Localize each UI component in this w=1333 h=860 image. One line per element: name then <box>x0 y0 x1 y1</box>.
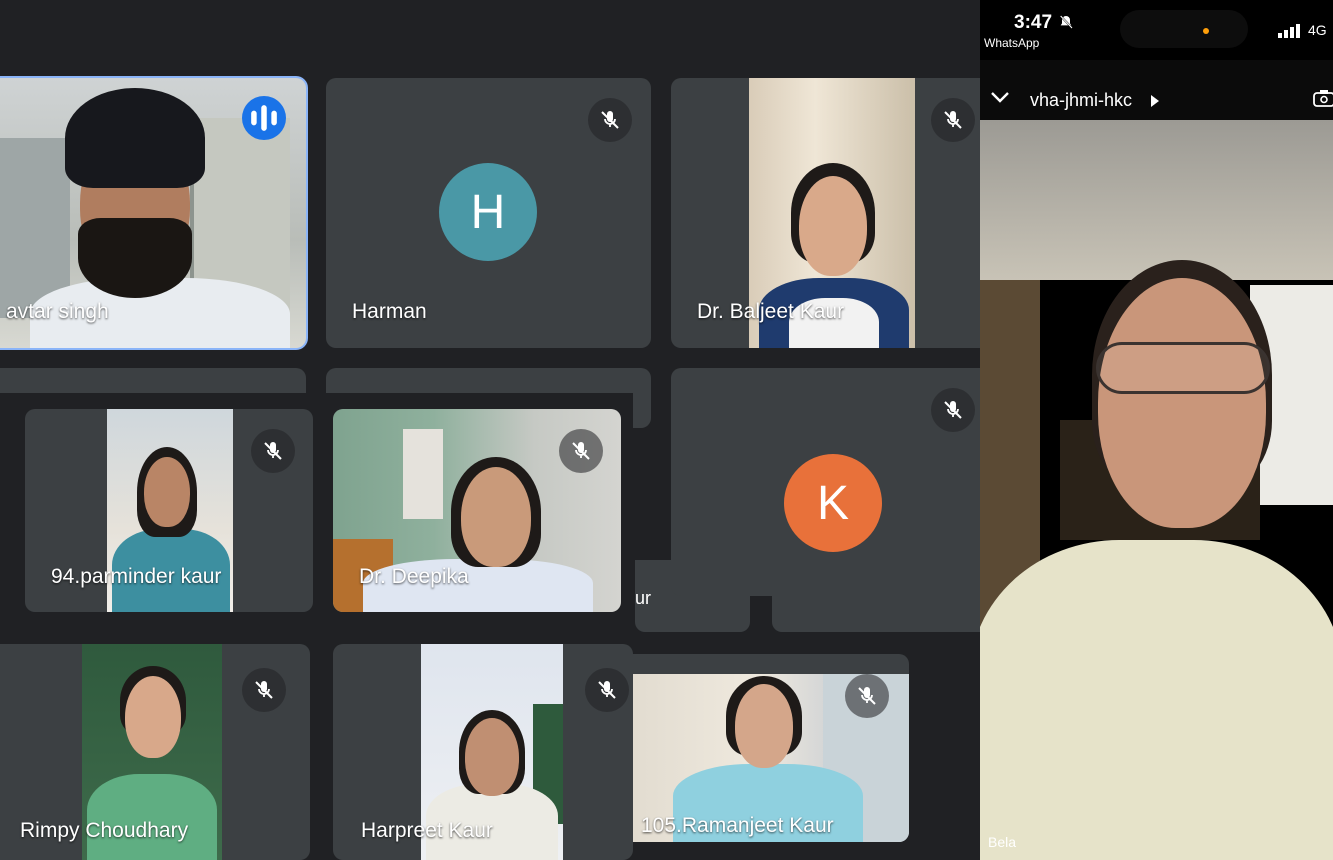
mic-off-icon <box>845 674 889 718</box>
status-bar: 3:47 WhatsApp 4G <box>980 0 1333 60</box>
participant-name: 105.Ramanjeet Kaur <box>641 814 834 837</box>
mic-off-icon <box>931 388 975 432</box>
participant-name: Rimpy Choudhary <box>20 819 189 842</box>
avatar-letter: H <box>470 185 506 239</box>
back-to-app-label[interactable]: WhatsApp <box>984 36 1039 50</box>
network-type: 4G <box>1308 22 1327 38</box>
whatsapp-call-panel: 3:47 WhatsApp 4G vha-jhmi-hkc Bela <box>980 0 1333 860</box>
mic-off-icon <box>588 98 632 142</box>
participant-name: avtar singh <box>6 300 109 323</box>
participant-tile-k[interactable]: K <box>671 368 980 596</box>
participant-name: Harpreet Kaur <box>361 819 493 842</box>
mic-off-icon <box>559 429 603 473</box>
mic-off-icon <box>931 98 975 142</box>
meet-grid: avtar singh H Harman Dr. Baljeet Kaur ur… <box>0 0 980 860</box>
participant-name: 94.parminder kaur <box>51 565 222 588</box>
mic-off-icon <box>585 668 629 712</box>
participant-name: Dr. Baljeet Kaur <box>697 300 845 323</box>
participant-tile-ramanjeet-kaur[interactable]: 105.Ramanjeet Kaur <box>633 654 909 842</box>
participant-tile-dr-baljeet-kaur[interactable]: Dr. Baljeet Kaur <box>671 78 980 348</box>
participant-name: Harman <box>352 300 427 323</box>
avatar: K <box>784 454 882 552</box>
signal-bars-icon <box>1278 24 1300 43</box>
avatar: H <box>439 163 537 261</box>
self-video <box>980 120 1333 860</box>
play-arrow-icon <box>1151 94 1159 112</box>
mic-off-icon <box>242 668 286 712</box>
participant-tile-parminder-kaur[interactable]: 94.parminder kaur <box>25 409 313 612</box>
partial-name-text: ur <box>635 588 652 608</box>
camera-switch-icon[interactable] <box>1313 89 1333 112</box>
participant-tile-dr-deepika[interactable]: Dr. Deepika <box>333 409 621 612</box>
dynamic-island <box>1120 10 1248 48</box>
call-link-title[interactable]: vha-jhmi-hkc <box>1030 90 1132 111</box>
participant-name: Dr. Deepika <box>359 565 469 588</box>
participant-tile-rimpy-choudhary[interactable]: Rimpy Choudhary <box>0 644 310 860</box>
speaking-indicator-icon <box>242 96 286 140</box>
bell-muted-icon <box>1058 14 1074 35</box>
participant-tile-harman[interactable]: H Harman <box>326 78 651 348</box>
avatar-letter: K <box>816 476 849 530</box>
privacy-dot-icon <box>1203 28 1209 34</box>
overlay-grid: 94.parminder kaur Dr. Deepika Rimpy Chou… <box>0 393 633 860</box>
participant-tile-harpreet-kaur[interactable]: Harpreet Kaur <box>333 644 633 860</box>
mic-off-icon <box>251 429 295 473</box>
participant-tile-avtar-singh[interactable]: avtar singh <box>0 76 308 350</box>
status-time: 3:47 <box>1014 12 1053 33</box>
chevron-down-icon[interactable] <box>990 90 1010 109</box>
participant-name: Bela <box>988 834 1017 850</box>
